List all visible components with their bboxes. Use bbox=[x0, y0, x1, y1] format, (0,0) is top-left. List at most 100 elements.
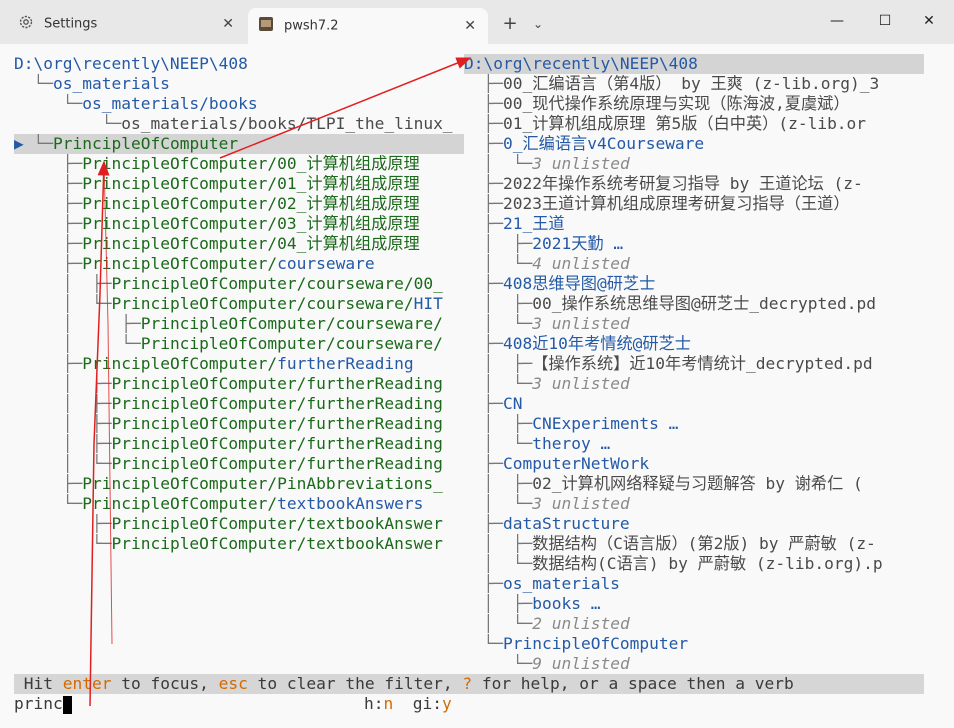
left-tree-row[interactable]: │ ├─PrincipleOfComputer/furtherReading bbox=[14, 434, 454, 454]
new-tab-button[interactable]: + bbox=[498, 12, 522, 36]
row-name: CNExperiments … bbox=[532, 414, 679, 433]
close-tab-pwsh-icon[interactable]: ✕ bbox=[464, 18, 476, 34]
left-tree-row[interactable]: │ ├─PrincipleOfComputer/furtherReading bbox=[14, 374, 454, 394]
input-line[interactable]: princ bbox=[14, 694, 954, 714]
left-tree-row[interactable]: └─PrincipleOfComputer/textbookAnswer bbox=[14, 534, 454, 554]
right-tree-row[interactable]: ├─CN bbox=[464, 394, 924, 414]
minimize-button[interactable]: — bbox=[814, 8, 860, 34]
tree-branch: │ ├─ bbox=[464, 294, 533, 313]
unlisted-count: 3 unlisted bbox=[532, 494, 630, 513]
left-tree-row[interactable]: │ ├─PrincipleOfComputer/furtherReading bbox=[14, 394, 454, 414]
terminal-area[interactable]: D:\org\recently\NEEP\408 └─os_materials … bbox=[0, 44, 954, 728]
left-tree-row[interactable]: ├─PrincipleOfComputer/01_计算机组成原理 bbox=[14, 174, 454, 194]
row-name: PrincipleOfComputer/courseware/00_ bbox=[111, 274, 443, 293]
tree-branch: └─ bbox=[14, 494, 83, 513]
right-tree-row[interactable]: │ ├─2021天勤 … bbox=[464, 234, 924, 254]
row-name: PrincipleOfComputer/ bbox=[82, 354, 278, 373]
left-tree-row[interactable]: │ ├─PrincipleOfComputer/courseware/ bbox=[14, 314, 454, 334]
close-tab-settings-icon[interactable]: ✕ bbox=[222, 16, 234, 32]
left-tree-row[interactable]: │ └─PrincipleOfComputer/courseware/HIT bbox=[14, 294, 454, 314]
right-tree-row[interactable]: │ ├─CNExperiments … bbox=[464, 414, 924, 434]
left-tree-row[interactable]: │ ├─PrincipleOfComputer/furtherReading bbox=[14, 414, 454, 434]
left-tree-row[interactable]: └─PrincipleOfComputer/textbookAnswers bbox=[14, 494, 454, 514]
right-tree-row[interactable]: ├─0_汇编语言v4Courseware bbox=[464, 134, 924, 154]
row-name: 00_现代操作系统原理与实现（陈海波,夏虞斌） bbox=[502, 94, 850, 113]
right-tree-row[interactable]: │ └─theroy … bbox=[464, 434, 924, 454]
left-tree-row[interactable]: ├─PrincipleOfComputer/00_计算机组成原理 bbox=[14, 154, 454, 174]
left-tree-row[interactable]: D:\org\recently\NEEP\408 bbox=[14, 54, 454, 74]
row-name: os_materials bbox=[502, 574, 620, 593]
right-tree-row[interactable]: ├─dataStructure bbox=[464, 514, 924, 534]
left-tree-row[interactable]: │ └─PrincipleOfComputer/furtherReading bbox=[14, 454, 454, 474]
row-name: PrincipleOfComputer/courseware/ bbox=[140, 334, 443, 353]
right-tree-row[interactable]: ├─21_王道 bbox=[464, 214, 924, 234]
tree-branch: ├─ bbox=[464, 214, 503, 233]
right-tree-row[interactable]: │ └─数据结构(C语言) by 严蔚敏 (z-lib.org).p bbox=[464, 554, 924, 574]
tree-branch: │ └─ bbox=[464, 254, 533, 273]
right-tree-row[interactable]: ├─ComputerNetWork bbox=[464, 454, 924, 474]
row-name: 00_操作系统思维导图@研芝士_decrypted.pd bbox=[532, 294, 876, 313]
tree-branch: ├─ bbox=[464, 134, 503, 153]
right-tree-row[interactable]: │ └─2 unlisted bbox=[464, 614, 924, 634]
right-tree-row[interactable]: │ └─4 unlisted bbox=[464, 254, 924, 274]
left-tree-row[interactable]: │ └─PrincipleOfComputer/courseware/ bbox=[14, 334, 454, 354]
left-tree-row[interactable]: ▶ └─PrincipleOfComputer bbox=[14, 134, 464, 154]
tree-branch: ├─ bbox=[14, 154, 83, 173]
esc-key-hint: esc bbox=[218, 674, 248, 693]
right-tree-row[interactable]: │ ├─00_操作系统思维导图@研芝士_decrypted.pd bbox=[464, 294, 924, 314]
tab-pwsh[interactable]: pwsh7.2 ✕ bbox=[248, 8, 488, 44]
status-text-4: for help, or a space then a verb bbox=[472, 674, 794, 693]
right-tree-row[interactable]: ├─00_现代操作系统原理与实现（陈海波,夏虞斌） bbox=[464, 94, 924, 114]
enter-key-hint: enter bbox=[62, 674, 112, 693]
right-tree-row[interactable]: ├─01_计算机组成原理 第5版（白中英）(z-lib.or bbox=[464, 114, 924, 134]
tab-settings[interactable]: Settings ✕ bbox=[8, 8, 246, 40]
row-name: D:\org\recently\NEEP\408 bbox=[464, 54, 698, 73]
chevron-down-icon[interactable]: ⌄ bbox=[528, 12, 548, 36]
row-name: 02_计算机网络释疑与习题解答 by 谢希仁 ( bbox=[532, 474, 863, 493]
filter-input[interactable]: princ bbox=[14, 694, 63, 713]
tree-branch: ├─ bbox=[464, 394, 503, 413]
right-tree-row[interactable]: ├─408近10年考情统@研芝士 bbox=[464, 334, 924, 354]
left-tree-row[interactable]: ├─PrincipleOfComputer/03_计算机组成原理 bbox=[14, 214, 454, 234]
terminal-app-icon bbox=[258, 16, 274, 36]
right-tree-row[interactable]: ├─2023王道计算机组成原理考研复习指导（王道） bbox=[464, 194, 924, 214]
row-name: PrincipleOfComputer/textbookAnswer bbox=[111, 514, 443, 533]
right-tree-row[interactable]: └─PrincipleOfComputer bbox=[464, 634, 924, 654]
gitignore-value: y bbox=[442, 694, 452, 713]
right-tree-row[interactable]: D:\org\recently\NEEP\408 bbox=[464, 54, 924, 74]
row-name: os_materials bbox=[52, 74, 170, 93]
right-tree-row[interactable]: │ └─3 unlisted bbox=[464, 154, 924, 174]
left-tree-row[interactable]: └─os_materials/books/TLPI_the_linux_ bbox=[14, 114, 454, 134]
right-tree-row[interactable]: │ ├─02_计算机网络释疑与习题解答 by 谢希仁 ( bbox=[464, 474, 924, 494]
left-tree-row[interactable]: └─os_materials bbox=[14, 74, 454, 94]
row-name: 408近10年考情统@研芝士 bbox=[502, 334, 691, 353]
maximize-button[interactable]: ☐ bbox=[862, 8, 908, 34]
left-tree-row[interactable]: ├─PrincipleOfComputer/PinAbbreviations_ bbox=[14, 474, 454, 494]
left-tree-row[interactable]: ├─PrincipleOfComputer/courseware bbox=[14, 254, 454, 274]
right-tree-row[interactable]: │ └─3 unlisted bbox=[464, 314, 924, 334]
right-tree-row[interactable]: │ ├─【操作系统】近10年考情统计_decrypted.pd bbox=[464, 354, 924, 374]
tree-branch: │ └─ bbox=[464, 374, 533, 393]
left-tree-row[interactable]: ├─PrincipleOfComputer/textbookAnswer bbox=[14, 514, 454, 534]
right-tree-row[interactable]: │ ├─数据结构（C语言版）(第2版) by 严蔚敏 (z- bbox=[464, 534, 924, 554]
row-name: PrincipleOfComputer/furtherReading bbox=[111, 454, 443, 473]
left-tree-row[interactable]: └─os_materials/books bbox=[14, 94, 454, 114]
unlisted-count: 3 unlisted bbox=[532, 314, 630, 333]
left-tree-row[interactable]: │ ├─PrincipleOfComputer/courseware/00_ bbox=[14, 274, 454, 294]
row-name: 数据结构（C语言版）(第2版) by 严蔚敏 (z- bbox=[532, 534, 876, 553]
row-name: PrincipleOfComputer/furtherReading bbox=[111, 394, 443, 413]
left-tree-row[interactable]: ├─PrincipleOfComputer/02_计算机组成原理 bbox=[14, 194, 454, 214]
right-tree-row[interactable]: ├─00_汇编语言（第4版） by 王爽 (z-lib.org)_3 bbox=[464, 74, 924, 94]
left-tree-row[interactable]: ├─PrincipleOfComputer/furtherReading bbox=[14, 354, 454, 374]
right-tree-row[interactable]: └─9 unlisted bbox=[464, 654, 924, 674]
close-window-button[interactable]: ✕ bbox=[906, 8, 952, 34]
left-tree-row[interactable]: ├─PrincipleOfComputer/04_计算机组成原理 bbox=[14, 234, 454, 254]
right-tree-row[interactable]: ├─408思维导图@研芝士 bbox=[464, 274, 924, 294]
tree-branch: ├─ bbox=[464, 174, 503, 193]
right-tree-row[interactable]: ├─2022年操作系统考研复习指导 by 王道论坛 (z- bbox=[464, 174, 924, 194]
right-tree-row[interactable]: │ └─3 unlisted bbox=[464, 374, 924, 394]
right-tree-row[interactable]: ├─os_materials bbox=[464, 574, 924, 594]
row-name: CN bbox=[502, 394, 523, 413]
right-tree-row[interactable]: │ └─3 unlisted bbox=[464, 494, 924, 514]
right-tree-row[interactable]: │ ├─books … bbox=[464, 594, 924, 614]
